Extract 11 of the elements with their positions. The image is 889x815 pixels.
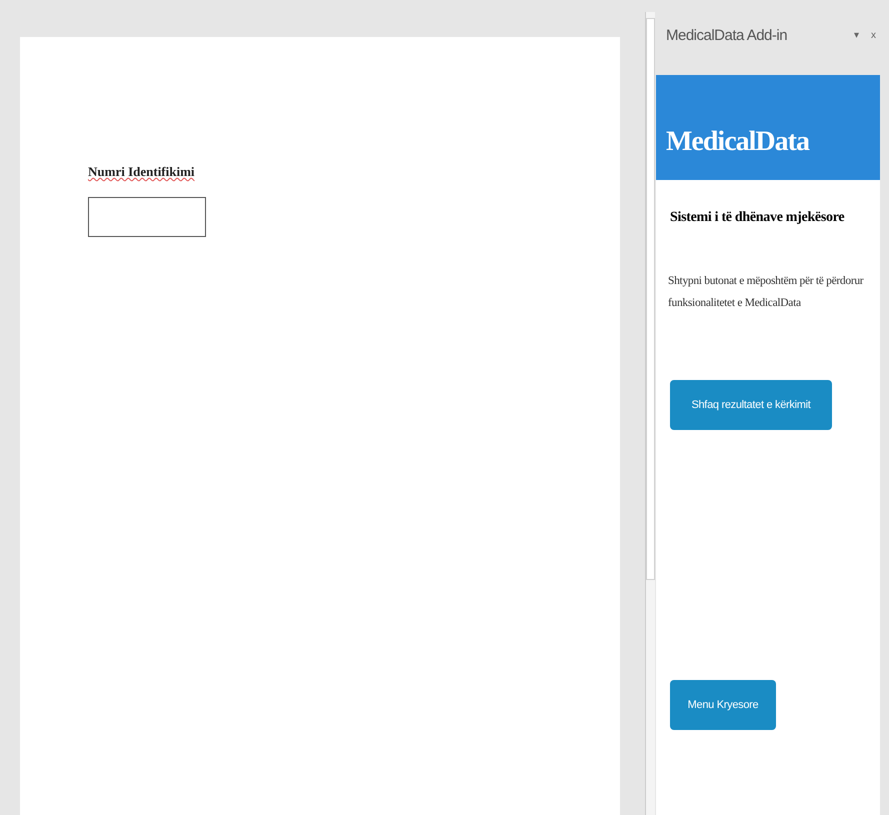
dropdown-icon[interactable]: ▾ bbox=[854, 29, 859, 41]
main-menu-button[interactable]: Menu Kryesore bbox=[670, 680, 776, 730]
banner-title: MedicalData bbox=[666, 126, 809, 158]
pane-title: MedicalData Add-in bbox=[666, 26, 788, 44]
field-label: Numri Identifikimi bbox=[88, 164, 195, 180]
instructions-text: Shtypni butonat e mëposhtëm për të përdorur funksionalitetet e MedicalData bbox=[668, 274, 864, 311]
pane-heading: Sistemi i të dhënave mjekësore bbox=[670, 210, 846, 226]
input-field[interactable] bbox=[88, 197, 206, 237]
scrollbar[interactable] bbox=[645, 12, 655, 815]
close-icon[interactable]: x bbox=[871, 30, 876, 40]
show-results-button[interactable]: Shfaq rezultatet e kërkimit bbox=[670, 380, 832, 430]
